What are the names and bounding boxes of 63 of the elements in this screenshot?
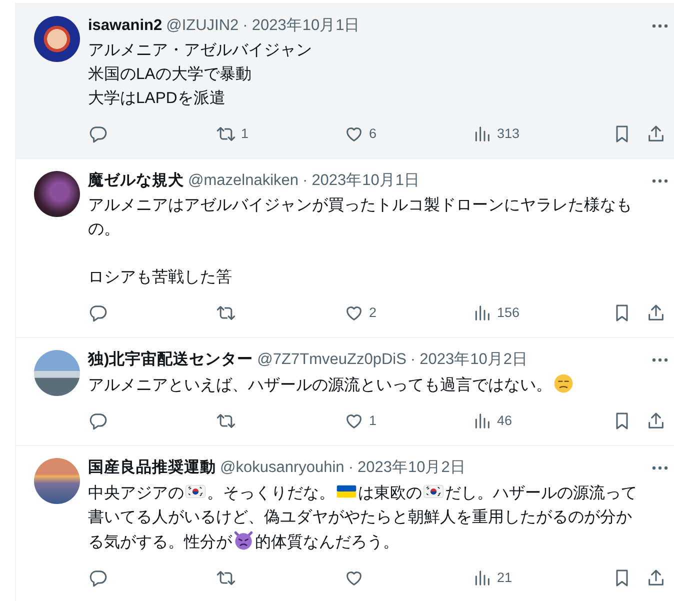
repost-icon — [216, 303, 236, 323]
avatar-photo-placeholder[interactable] — [34, 458, 80, 504]
views-button[interactable]: 21 — [472, 568, 600, 588]
like-button[interactable]: 6 — [344, 124, 472, 144]
tweet-card[interactable]: 国産良品推奨運動 @kokusanryouhin · 2023年10月2日 中央アジアの 。そっくりだな。 は東欧の だし。ハザールの源流って 書いてる人がいるけど、偽ユダヤがやたらと朝鮮人を重用したがるのが分か る気がする。性分が 的体質なんだろう。 21 — [16, 446, 674, 601]
separator-dot: · — [302, 171, 308, 191]
reply-icon — [88, 303, 108, 323]
share-button[interactable] — [646, 411, 666, 431]
repost-icon — [216, 568, 236, 588]
user-name[interactable]: 独)北宇宙配送センター — [88, 350, 254, 370]
repost-icon — [216, 411, 236, 431]
user-handle[interactable]: @IZUJIN2 — [166, 16, 239, 36]
share-icon — [646, 411, 666, 431]
tweet-card[interactable]: isawanin2 @IZUJIN2 · 2023年10月1日 アルメニア・アゼルバイジャン 米国のLAの大学で暴動 大学はLAPDを派遣 1 6 313 — [16, 4, 674, 159]
views-button[interactable]: 46 — [472, 410, 600, 432]
repost-icon — [216, 124, 236, 144]
views-button[interactable]: 156 — [472, 302, 600, 324]
share-icon — [646, 124, 666, 144]
avatar-photo-placeholder[interactable] — [34, 171, 80, 217]
post-text: 的体質なんだろう。 — [255, 532, 399, 553]
separator-dot: · — [242, 16, 248, 36]
user-name[interactable]: 国産良品推奨運動 — [88, 458, 216, 478]
repost-button[interactable]: 1 — [216, 124, 344, 144]
user-handle[interactable]: @kokusanryouhin — [220, 458, 344, 478]
post-text: ロシアも苦戦した筈 — [88, 268, 232, 288]
unamused-face-icon — [553, 373, 574, 394]
post-date[interactable]: 2023年10月1日 — [252, 16, 360, 36]
reply-icon — [88, 411, 108, 431]
share-button[interactable] — [646, 303, 666, 323]
post-date[interactable]: 2023年10月2日 — [357, 458, 466, 478]
separator-dot: · — [410, 350, 416, 370]
devil-face-icon — [233, 530, 254, 551]
share-icon — [646, 303, 666, 323]
share-button[interactable] — [646, 124, 666, 144]
post-text: 書いてる人がいるけど、偽ユダヤがやたらと朝鮮人を重用したがるのが分か — [88, 508, 632, 528]
tweet-card[interactable]: 独)北宇宙配送センター @7Z7TmveuZz0pDiS · 2023年10月2日 アルメニアといえば、ハザールの源流といっても過言ではない。 1 46 — [16, 338, 674, 446]
post-text: アルメニア・アゼルバイジャン — [88, 41, 312, 61]
post-text: は東欧の — [358, 484, 422, 504]
avatar-photo-placeholder[interactable] — [34, 16, 80, 62]
views-button[interactable]: 313 — [472, 124, 600, 144]
post-text: 。そっくりだな。 — [207, 484, 335, 504]
share-icon — [646, 568, 666, 588]
post-text: 中央アジアの — [88, 484, 184, 504]
post-date[interactable]: 2023年10月2日 — [420, 350, 528, 370]
separator-dot: · — [348, 458, 354, 478]
user-handle[interactable]: @mazelnakiken — [188, 171, 299, 191]
post-text: だし。ハザールの源流って — [445, 484, 637, 504]
post-date[interactable]: 2023年10月1日 — [312, 171, 420, 191]
reply-icon — [88, 568, 108, 588]
post-text: 米国のLAの大学で暴動 — [88, 64, 252, 85]
user-handle[interactable]: @7Z7TmveuZz0pDiS — [257, 350, 406, 370]
share-button[interactable] — [646, 568, 666, 588]
user-name[interactable]: 魔ゼルな規犬 — [88, 171, 184, 191]
tweet-card[interactable]: 魔ゼルな規犬 @mazelnakiken · 2023年10月1日 アルメニアはアゼルバイジャンが買ったトルコ製ドローンにヤラレた様なも の。 ロシアも苦戦した筈 2 156 — [16, 159, 674, 338]
post-text: アルメニアといえば、ハザールの源流といっても過言ではない。 — [88, 376, 552, 396]
post-text: る気がする。性分が — [88, 533, 232, 553]
user-name[interactable]: isawanin2 — [88, 16, 162, 36]
post-text: アルメニアはアゼルバイジャンが買ったトルコ製ドローンにヤラレた様なも — [88, 196, 632, 216]
like-button[interactable]: 2 — [344, 302, 472, 324]
like-button[interactable]: 1 — [344, 410, 472, 432]
reply-icon — [88, 124, 108, 144]
post-text: 大学はLAPDを派遣 — [88, 88, 226, 109]
post-text: の。 — [88, 220, 120, 240]
